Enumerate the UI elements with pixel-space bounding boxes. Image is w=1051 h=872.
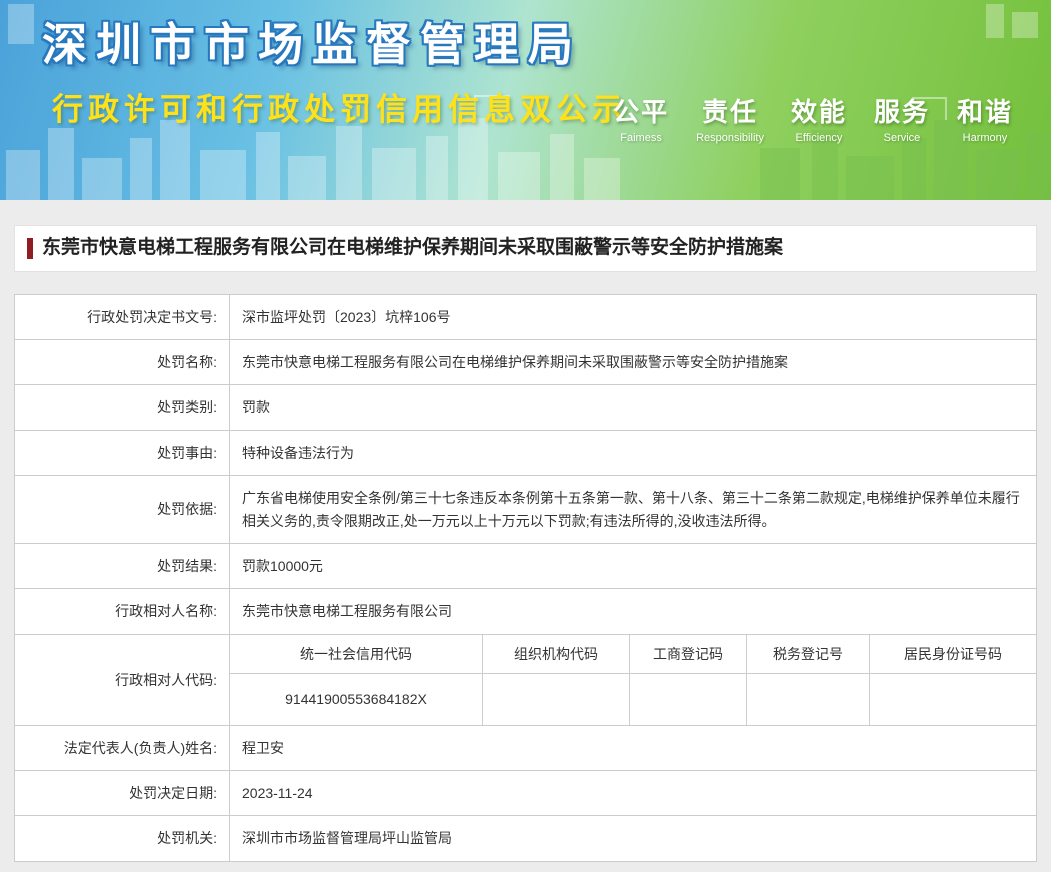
code-header-id-number: 居民身份证号码 [870,634,1037,673]
row-value: 程卫安 [230,725,1037,770]
row-label: 行政相对人代码: [15,634,230,725]
row-label: 处罚事由: [15,430,230,475]
row-value: 深圳市市场监督管理局坪山监管局 [230,816,1037,861]
title-accent-marker [27,238,33,259]
row-label: 处罚决定日期: [15,770,230,815]
table-row-legal-representative: 法定代表人(负责人)姓名: 程卫安 [15,725,1037,770]
row-value: 广东省电梯使用安全条例/第三十七条违反本条例第十五条第一款、第十八条、第三十二条… [230,476,1037,544]
slogan-en: Harmony [957,132,1013,144]
slogan-en: Responsibility [696,132,764,144]
penalty-info-table: 行政处罚决定书文号: 深市监坪处罚〔2023〕坑梓106号 处罚名称: 东莞市快… [14,294,1037,862]
table-row-decision-date: 处罚决定日期: 2023-11-24 [15,770,1037,815]
row-value: 深市监坪处罚〔2023〕坑梓106号 [230,294,1037,339]
table-row-party-codes-header: 行政相对人代码: 统一社会信用代码 组织机构代码 工商登记码 税务登记号 居民身… [15,634,1037,673]
site-header: 深圳市市场监督管理局 行政许可和行政处罚信用信息双公示 公平 Faimess 责… [0,0,1051,200]
row-label: 处罚名称: [15,340,230,385]
slogan-item-responsibility: 责任 Responsibility [696,92,764,144]
slogan-cn: 公平 [613,92,669,129]
code-value-tax-reg [747,674,870,725]
page-title: 东莞市快意电梯工程服务有限公司在电梯维护保养期间未采取围蔽警示等安全防护措施案 [42,236,783,261]
code-header-business-reg: 工商登记码 [630,634,747,673]
site-title: 深圳市市场监督管理局 [42,8,582,73]
slogan-en: Efficiency [791,132,847,144]
code-header-tax-reg: 税务登记号 [747,634,870,673]
slogan-cn: 和谐 [957,92,1013,129]
table-row-penalty-reason: 处罚事由: 特种设备违法行为 [15,430,1037,475]
table-row-penalty-name: 处罚名称: 东莞市快意电梯工程服务有限公司在电梯维护保养期间未采取围蔽警示等安全… [15,340,1037,385]
table-row-penalty-authority: 处罚机关: 深圳市市场监督管理局坪山监管局 [15,816,1037,861]
slogan-item-efficiency: 效能 Efficiency [791,92,847,144]
row-value: 罚款 [230,385,1037,430]
slogan-cn: 效能 [791,92,847,129]
code-value-credit-code: 91441900553684182X [230,674,483,725]
row-label: 处罚类别: [15,385,230,430]
row-label: 处罚依据: [15,476,230,544]
code-header-credit-code: 统一社会信用代码 [230,634,483,673]
row-value: 特种设备违法行为 [230,430,1037,475]
row-label: 行政相对人名称: [15,589,230,634]
slogan-list: 公平 Faimess 责任 Responsibility 效能 Efficien… [613,92,1013,144]
main-content: 东莞市快意电梯工程服务有限公司在电梯维护保养期间未采取围蔽警示等安全防护措施案 … [0,200,1051,872]
slogan-item-service: 服务 Service [874,92,930,144]
slogan-cn: 服务 [874,92,930,129]
row-label: 处罚结果: [15,544,230,589]
row-value: 罚款10000元 [230,544,1037,589]
code-value-org-code [483,674,630,725]
site-subtitle: 行政许可和行政处罚信用信息双公示 [52,84,628,129]
row-label: 法定代表人(负责人)姓名: [15,725,230,770]
slogan-cn: 责任 [696,92,764,129]
slogan-item-harmony: 和谐 Harmony [957,92,1013,144]
table-row-penalty-category: 处罚类别: 罚款 [15,385,1037,430]
table-row-party-name: 行政相对人名称: 东莞市快意电梯工程服务有限公司 [15,589,1037,634]
table-row-penalty-result: 处罚结果: 罚款10000元 [15,544,1037,589]
slogan-en: Service [874,132,930,144]
code-value-business-reg [630,674,747,725]
slogan-en: Faimess [613,132,669,144]
slogan-item-fairness: 公平 Faimess [613,92,669,144]
table-row-doc-number: 行政处罚决定书文号: 深市监坪处罚〔2023〕坑梓106号 [15,294,1037,339]
row-label: 行政处罚决定书文号: [15,294,230,339]
row-value: 东莞市快意电梯工程服务有限公司 [230,589,1037,634]
case-title-bar: 东莞市快意电梯工程服务有限公司在电梯维护保养期间未采取围蔽警示等安全防护措施案 [14,225,1037,272]
table-row-penalty-basis: 处罚依据: 广东省电梯使用安全条例/第三十七条违反本条例第十五条第一款、第十八条… [15,476,1037,544]
code-header-org-code: 组织机构代码 [483,634,630,673]
row-label: 处罚机关: [15,816,230,861]
row-value: 东莞市快意电梯工程服务有限公司在电梯维护保养期间未采取围蔽警示等安全防护措施案 [230,340,1037,385]
code-value-id-number [870,674,1037,725]
row-value: 2023-11-24 [230,770,1037,815]
